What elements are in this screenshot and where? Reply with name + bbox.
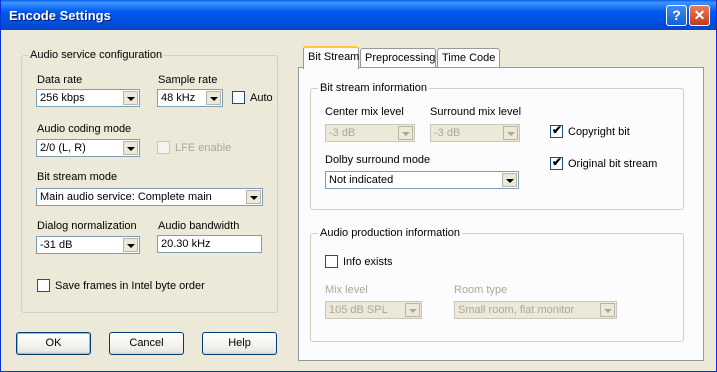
ok-button[interactable]: OK	[16, 332, 91, 355]
lfe-enable-checkbox	[157, 141, 170, 154]
chevron-down-icon	[600, 303, 615, 317]
audio-bandwidth-field[interactable]: 20.30 kHz	[157, 235, 262, 253]
lfe-enable-label: LFE enable	[175, 142, 232, 154]
info-exists-checkbox[interactable]	[325, 255, 338, 268]
tab-bit-stream[interactable]: Bit Stream	[303, 46, 359, 69]
dolby-surround-label: Dolby surround mode	[325, 154, 431, 166]
coding-mode-label: Audio coding mode	[37, 123, 132, 135]
title-bar[interactable]: Encode Settings ? ✕	[1, 0, 716, 30]
info-exists-label[interactable]: Info exists	[343, 256, 393, 268]
room-type-value: Small room, flat monitor	[458, 304, 575, 316]
close-title-button[interactable]: ✕	[689, 5, 710, 26]
bit-stream-info-group-label: Bit stream information	[318, 82, 429, 94]
chevron-down-icon[interactable]	[123, 141, 138, 155]
dialog-normalization-select[interactable]: -31 dB	[36, 236, 140, 254]
save-frames-checkbox[interactable]	[37, 279, 50, 292]
chevron-down-icon	[503, 126, 518, 140]
tab-preprocessing[interactable]: Preprocessing	[360, 48, 436, 68]
sample-rate-value: 48 kHz	[161, 92, 196, 104]
original-bit-stream-checkbox[interactable]: ✔	[550, 155, 563, 170]
room-type-select: Small room, flat monitor	[454, 301, 617, 319]
auto-checkbox[interactable]	[232, 91, 245, 104]
center-mix-value: -3 dB	[329, 127, 356, 139]
bit-stream-mode-value: Main audio service: Complete main	[40, 191, 212, 203]
cancel-button[interactable]: Cancel	[109, 332, 184, 355]
bit-stream-mode-select[interactable]: Main audio service: Complete main	[36, 188, 263, 206]
dolby-surround-value: Not indicated	[329, 174, 394, 186]
audio-service-group-label: Audio service configuration	[28, 49, 165, 61]
sample-rate-label: Sample rate	[158, 74, 218, 86]
sample-rate-select[interactable]: 48 kHz	[157, 89, 223, 107]
coding-mode-value: 2/0 (L, R)	[40, 142, 86, 154]
data-rate-label: Data rate	[37, 74, 83, 86]
data-rate-value: 256 kbps	[40, 92, 85, 104]
tab-time-code[interactable]: Time Code	[437, 48, 500, 68]
chevron-down-icon[interactable]	[206, 91, 221, 105]
save-frames-label[interactable]: Save frames in Intel byte order	[55, 280, 205, 292]
help-button[interactable]: Help	[202, 332, 277, 355]
center-mix-select: -3 dB	[325, 124, 415, 142]
audio-production-group-label: Audio production information	[318, 227, 463, 239]
bit-stream-mode-label: Bit stream mode	[37, 171, 118, 183]
dialog-normalization-label: Dialog normalization	[37, 220, 137, 232]
chevron-down-icon[interactable]	[246, 190, 261, 204]
chevron-down-icon	[405, 303, 420, 317]
chevron-down-icon	[398, 126, 413, 140]
checkmark-icon: ✔	[552, 123, 563, 137]
chevron-down-icon[interactable]	[123, 238, 138, 252]
chevron-down-icon[interactable]	[502, 173, 517, 187]
copyright-bit-label[interactable]: Copyright bit	[568, 126, 630, 138]
surround-mix-select: -3 dB	[430, 124, 520, 142]
dolby-surround-select[interactable]: Not indicated	[325, 171, 519, 189]
surround-mix-value: -3 dB	[434, 127, 461, 139]
audio-bandwidth-value: 20.30 kHz	[161, 238, 211, 250]
center-mix-label: Center mix level	[325, 106, 404, 118]
bit-stream-tab-panel: Bit stream information Center mix level …	[298, 67, 704, 361]
help-title-button[interactable]: ?	[666, 5, 687, 26]
dialog-normalization-value: -31 dB	[40, 239, 73, 251]
mix-level-label: Mix level	[325, 284, 368, 296]
chevron-down-icon[interactable]	[123, 91, 138, 105]
room-type-label: Room type	[454, 284, 508, 296]
copyright-bit-checkbox[interactable]: ✔	[550, 123, 563, 138]
mix-level-select: 105 dB SPL	[325, 301, 422, 319]
audio-bandwidth-label: Audio bandwidth	[158, 220, 240, 232]
coding-mode-select[interactable]: 2/0 (L, R)	[36, 139, 140, 157]
mix-level-value: 105 dB SPL	[329, 304, 388, 316]
surround-mix-label: Surround mix level	[430, 106, 522, 118]
original-bit-stream-label[interactable]: Original bit stream	[568, 158, 657, 170]
auto-label[interactable]: Auto	[250, 92, 273, 104]
window-title: Encode Settings	[9, 8, 111, 23]
checkmark-icon: ✔	[552, 155, 563, 169]
data-rate-select[interactable]: 256 kbps	[36, 89, 140, 107]
encode-settings-window: Encode Settings ? ✕ Audio service config…	[0, 0, 717, 372]
